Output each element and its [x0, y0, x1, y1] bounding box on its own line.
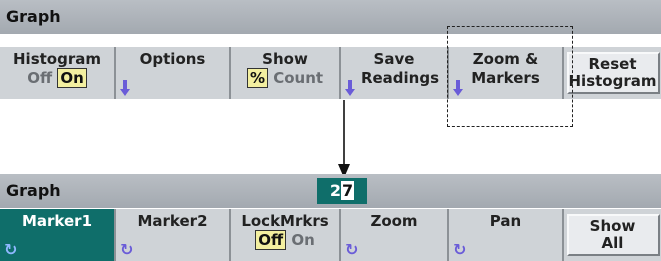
marker2-label: Marker2: [137, 212, 208, 230]
softkey-zoom[interactable]: Zoom ↻: [341, 209, 449, 261]
show-toggle: % Count: [231, 68, 339, 88]
value-cursor-digit: 7: [341, 181, 355, 200]
histogram-reset-label: Histogram: [568, 72, 657, 90]
reset-label: Reset: [588, 55, 637, 73]
histogram-label: Histogram: [13, 50, 101, 68]
softkey-show-all[interactable]: Show All: [564, 209, 661, 261]
marker1-label: Marker1: [21, 212, 93, 230]
histogram-off: Off: [27, 69, 53, 87]
show-percent: %: [246, 68, 268, 88]
zoom-key-label: Zoom: [370, 212, 418, 230]
value-digit: 2: [329, 181, 341, 200]
save-label: Save: [373, 50, 415, 68]
submenu-arrow-icon: [120, 80, 130, 96]
lockmrkrs-label: LockMrkrs: [241, 212, 329, 230]
softkey-pan[interactable]: Pan ↻: [449, 209, 564, 261]
value-display: 27: [317, 178, 367, 204]
softkey-histogram[interactable]: Histogram Off On: [0, 47, 116, 99]
all-label: All: [601, 234, 624, 252]
softkey-marker1[interactable]: Marker1 ↻: [0, 209, 116, 261]
softkey-marker2[interactable]: Marker2 ↻: [116, 209, 231, 261]
softkey-reset-histogram[interactable]: Reset Histogram: [564, 47, 661, 99]
softkey-show[interactable]: Show % Count: [231, 47, 341, 99]
readings-label: Readings: [360, 69, 440, 87]
histogram-toggle: Off On: [0, 68, 114, 88]
bottom-menu-title: Graph: [6, 181, 61, 200]
softkey-options[interactable]: Options: [116, 47, 231, 99]
show-count: Count: [273, 69, 324, 87]
lock-on: On: [291, 231, 315, 249]
histogram-on: On: [57, 68, 87, 88]
show-label: Show: [262, 50, 308, 68]
bottom-title-bar: Graph 27: [0, 174, 661, 208]
softkey-save-readings[interactable]: Save Readings: [341, 47, 449, 99]
lock-toggle: Off On: [231, 230, 339, 250]
show-all-label: Show: [589, 217, 636, 235]
submenu-arrow-icon: [345, 80, 355, 96]
knob-icon: ↻: [453, 240, 467, 259]
highlight-box: [447, 26, 573, 127]
options-label: Options: [139, 50, 206, 68]
top-menu-title: Graph: [6, 7, 61, 26]
knob-icon: ↻: [4, 240, 18, 259]
softkey-lockmrkrs[interactable]: LockMrkrs Off On: [231, 209, 341, 261]
lock-off: Off: [255, 230, 287, 250]
knob-icon: ↻: [345, 240, 359, 259]
knob-icon: ↻: [120, 240, 134, 259]
down-arrow-icon: [338, 100, 350, 178]
bottom-softkey-row: Marker1 ↻ Marker2 ↻ LockMrkrs Off On Zoo…: [0, 209, 661, 261]
pan-label: Pan: [489, 212, 522, 230]
